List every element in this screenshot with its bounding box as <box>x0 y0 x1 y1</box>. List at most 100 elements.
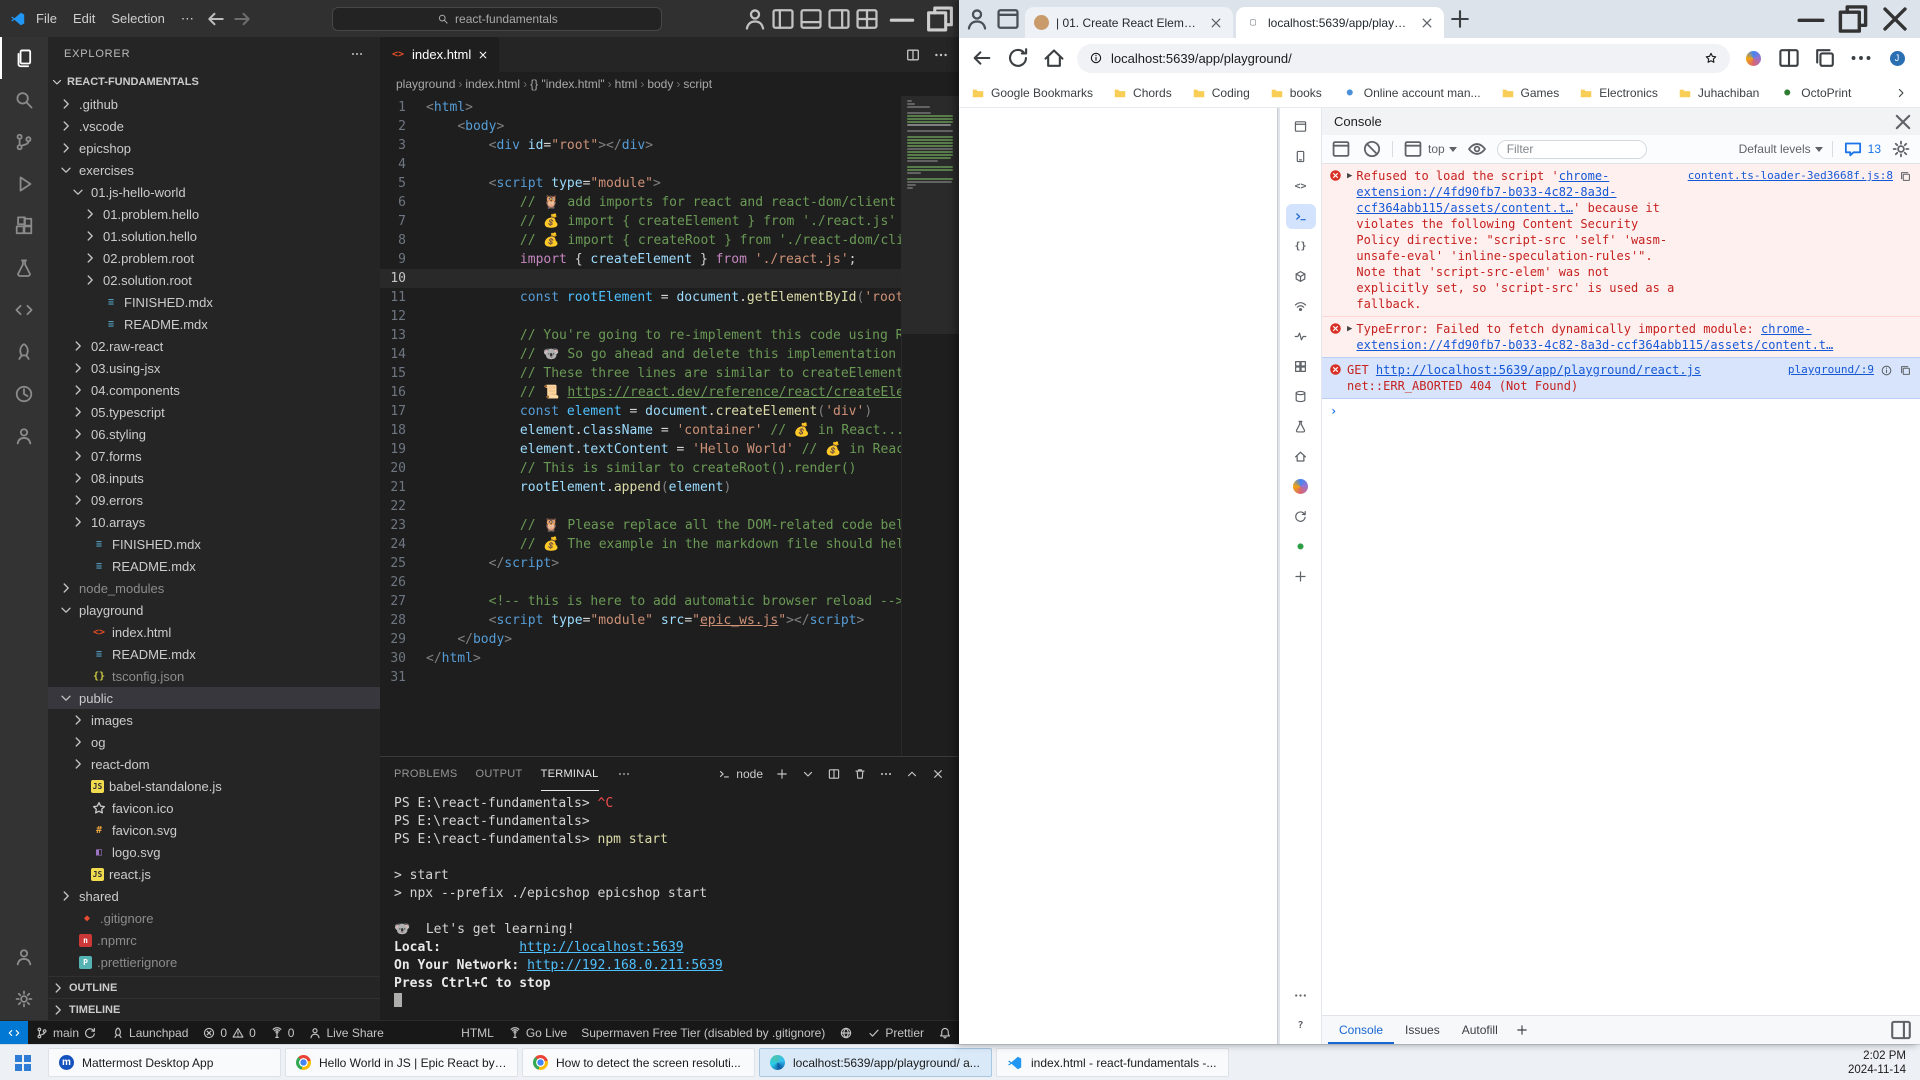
devtools-tool-sources[interactable]: {} <box>1286 234 1316 259</box>
code-line[interactable]: 22 <box>380 497 959 516</box>
tree-item-github[interactable]: .github <box>48 93 380 115</box>
code-line[interactable]: 25 </script> <box>380 554 959 573</box>
tree-item-babel-standalone-js[interactable]: JSbabel-standalone.js <box>48 775 380 797</box>
expand-caret-icon[interactable]: ▶ <box>1347 321 1352 337</box>
code-line[interactable]: 8 // 💰 import { createRoot } from './rea… <box>380 231 959 250</box>
devtools-tool-console[interactable] <box>1286 204 1316 229</box>
breadcrumb-item-body[interactable]: body <box>647 77 673 91</box>
tree-item-07-forms[interactable]: 07.forms <box>48 445 380 467</box>
bookmark-google-bookmarks[interactable]: Google Bookmarks <box>971 86 1093 100</box>
toggle-primary-sidebar[interactable] <box>769 6 797 32</box>
devtools-tool-help[interactable]: ? <box>1286 1013 1316 1038</box>
menu-[interactable]: ⋯ <box>173 8 202 30</box>
code-line[interactable]: 13 // You're going to re-implement this … <box>380 326 959 345</box>
close-panel-icon[interactable] <box>931 767 945 781</box>
breadcrumb-item-index-html[interactable]: {} "index.html" <box>530 77 605 91</box>
notifications[interactable] <box>931 1021 959 1044</box>
tree-item-09-errors[interactable]: 09.errors <box>48 489 380 511</box>
devtools-tool-application[interactable] <box>1286 354 1316 379</box>
tree-item-public[interactable]: public <box>48 687 380 709</box>
code-line[interactable]: 7 // 💰 import { createElement } from './… <box>380 212 959 231</box>
tree-item-vscode[interactable]: .vscode <box>48 115 380 137</box>
launchpad-status[interactable]: Launchpad <box>104 1021 195 1044</box>
prettier-status[interactable]: Prettier <box>860 1021 931 1044</box>
taskbar-button-how-to-detect-the-screen-resol[interactable]: How to detect the screen resoluti... <box>522 1048 755 1077</box>
profile[interactable] <box>741 6 769 32</box>
code-line[interactable]: 11 const rootElement = document.getEleme… <box>380 288 959 307</box>
tree-item-01-js-hello-world[interactable]: 01.js-hello-world <box>48 181 380 203</box>
taskbar-button-hello-world-in-js-epic-react-b[interactable]: Hello World in JS | Epic React by K... <box>285 1048 518 1077</box>
browser-profile-icon[interactable] <box>963 5 991 33</box>
code-line[interactable]: 24 // 💰 The example in the markdown file… <box>380 535 959 554</box>
tree-item-playground[interactable]: playground <box>48 599 380 621</box>
code-line[interactable]: 14 // 🐨 So go ahead and delete this impl… <box>380 345 959 364</box>
code-line[interactable]: 19 element.textContent = 'Hello World' /… <box>380 440 959 459</box>
bookmark-books[interactable]: books <box>1270 86 1322 100</box>
add-drawer-tab-icon[interactable] <box>1515 1023 1529 1037</box>
code-line[interactable]: 17 const element = document.createElemen… <box>380 402 959 421</box>
terminal-more-icon[interactable] <box>879 767 893 781</box>
back-icon[interactable] <box>969 45 995 71</box>
activity-source-control[interactable] <box>0 121 48 163</box>
command-center-search[interactable]: react-fundamentals <box>332 7 662 31</box>
terminal[interactable]: PS E:\react-fundamentals> ^CPS E:\react-… <box>380 791 959 1020</box>
maximize-panel-icon[interactable] <box>905 767 919 781</box>
code-line[interactable]: 20 // This is similar to createRoot().re… <box>380 459 959 478</box>
close-tab-icon[interactable] <box>477 49 489 61</box>
javascript-context-selector[interactable]: top <box>1402 138 1457 160</box>
split-screen-icon[interactable] <box>1776 45 1802 71</box>
browser-settings-more-icon[interactable] <box>1848 45 1874 71</box>
code-line[interactable]: 3 <div id="root"></div> <box>380 136 959 155</box>
browser-tab-01-create-react-elements[interactable]: | 01. Create React Elements | <box>1025 7 1233 38</box>
tree-item-01-solution-hello[interactable]: 01.solution.hello <box>48 225 380 247</box>
source-link[interactable]: content.ts-loader-3ed3668f.js:8 <box>1688 168 1893 184</box>
activity-search[interactable] <box>0 79 48 121</box>
tree-item-02-raw-react[interactable]: 02.raw-react <box>48 335 380 357</box>
devtools-tool-refresh-cycle[interactable] <box>1286 504 1316 529</box>
tree-item-exercises[interactable]: exercises <box>48 159 380 181</box>
console-prompt[interactable]: › <box>1322 399 1920 423</box>
menu-edit[interactable]: Edit <box>65 8 103 30</box>
breadcrumb-item-html[interactable]: html <box>615 77 638 91</box>
taskbar-button-localhost-5639-app-playground-[interactable]: localhost:5639/app/playground/ a... <box>759 1048 992 1077</box>
restore-icon[interactable] <box>1832 0 1874 38</box>
close-icon[interactable] <box>1874 0 1916 38</box>
tree-item-05-typescript[interactable]: 05.typescript <box>48 401 380 423</box>
tree-item-og[interactable]: og <box>48 731 380 753</box>
bookmark-games[interactable]: Games <box>1501 86 1560 100</box>
issues-counter[interactable]: 13 <box>1842 138 1881 160</box>
git-branch-status[interactable]: main <box>28 1021 104 1044</box>
code-line[interactable]: 30</html> <box>380 649 959 668</box>
devtools-tool-performance[interactable] <box>1286 324 1316 349</box>
code-line[interactable]: 27 <!-- this is here to add automatic br… <box>380 592 959 611</box>
workspaces-icon[interactable] <box>994 5 1022 33</box>
customize-layout[interactable] <box>853 6 881 32</box>
refresh-icon[interactable] <box>1005 45 1031 71</box>
log-levels-dropdown[interactable]: Default levels <box>1739 142 1823 156</box>
nav-back-icon[interactable] <box>204 7 228 31</box>
tree-item-epicshop[interactable]: epicshop <box>48 137 380 159</box>
bookmark-octoprint[interactable]: ●OctoPrint <box>1779 85 1851 101</box>
tree-item-finished-mdx[interactable]: ≡FINISHED.mdx <box>48 291 380 313</box>
tree-item-logo-svg[interactable]: ◧logo.svg <box>48 841 380 863</box>
code-line[interactable]: 23 // 🦉 Please replace all the DOM-relat… <box>380 516 959 535</box>
console-filter-input[interactable]: Filter <box>1497 140 1647 159</box>
go-live[interactable]: Go Live <box>501 1021 574 1044</box>
menu-file[interactable]: File <box>28 8 65 30</box>
breadcrumb-item-script[interactable]: script <box>683 77 712 91</box>
bookmark-coding[interactable]: Coding <box>1192 86 1250 100</box>
nav-forward-icon[interactable] <box>230 7 254 31</box>
tree-item-index-html[interactable]: <>index.html <box>48 621 380 643</box>
devtools-tool-network[interactable] <box>1286 294 1316 319</box>
home-icon[interactable] <box>1041 45 1067 71</box>
breadcrumb-item-playground[interactable]: playground <box>396 77 455 91</box>
bookmarks-overflow-icon[interactable] <box>1894 86 1908 100</box>
tree-item-readme-mdx[interactable]: ≡README.mdx <box>48 643 380 665</box>
sidebar-more-icon[interactable] <box>350 47 364 61</box>
activity-launchpad[interactable] <box>0 331 48 373</box>
breadcrumb-item-index-html[interactable]: index.html <box>465 77 520 91</box>
activity-gitlens[interactable] <box>0 373 48 415</box>
panel-tab-output[interactable]: OUTPUT <box>476 757 523 791</box>
drawer-tab-issues[interactable]: Issues <box>1394 1016 1451 1044</box>
code-line[interactable]: 26 <box>380 573 959 592</box>
